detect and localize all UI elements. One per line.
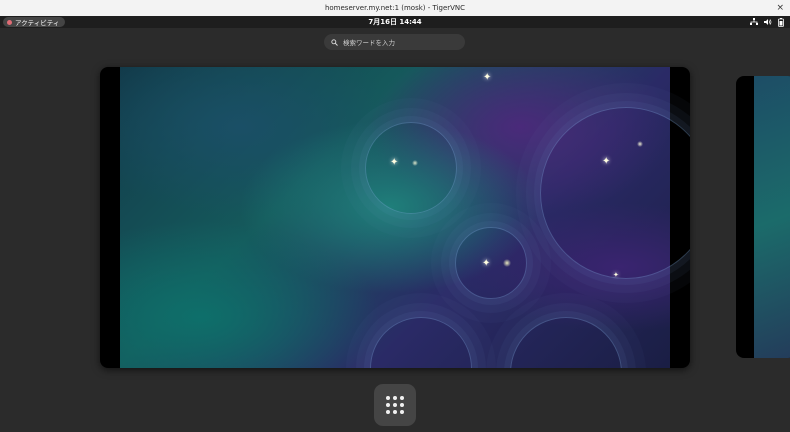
- star-sparkle: ✦: [390, 157, 399, 168]
- star-sparkle: ✦: [613, 271, 619, 279]
- app-grid-icon: [400, 410, 404, 414]
- app-grid-icon: [386, 403, 390, 407]
- window-title: homeserver.my.net:1 (mosk) - TigerVNC: [324, 4, 466, 12]
- show-apps-button[interactable]: [374, 384, 416, 426]
- close-window-button[interactable]: ×: [776, 2, 784, 14]
- system-tray[interactable]: [750, 17, 784, 27]
- volume-icon[interactable]: [764, 18, 772, 26]
- app-grid-icon: [386, 396, 390, 400]
- nebula-swirl: [510, 317, 622, 368]
- app-grid-icon: [393, 396, 397, 400]
- app-grid-icon: [400, 396, 404, 400]
- star-sparkle: ✦: [482, 258, 491, 269]
- search-placeholder: 検索ワードを入力: [343, 39, 395, 47]
- nebula-swirl: [455, 227, 527, 299]
- search-entry[interactable]: 検索ワードを入力: [324, 34, 465, 50]
- battery-icon[interactable]: [778, 17, 784, 27]
- nebula-swirl: [370, 317, 472, 368]
- galaxy-wallpaper: [754, 76, 790, 358]
- star-sparkle: ✦: [602, 156, 611, 167]
- app-grid-icon: [393, 410, 397, 414]
- galaxy-wallpaper: ✦ ✦ ✦ ✦ ✦: [120, 67, 690, 368]
- clock-button[interactable]: 7月16日 14:44: [0, 16, 790, 28]
- star-sparkle: ✦: [483, 72, 492, 83]
- nebula-swirl: [365, 122, 457, 214]
- app-grid-icon: [400, 403, 404, 407]
- app-grid-icon: [393, 403, 397, 407]
- gnome-top-panel: アクティビティ 7月16日 14:44: [0, 16, 790, 28]
- network-icon[interactable]: [750, 18, 758, 26]
- vnc-window-titlebar: homeserver.my.net:1 (mosk) - TigerVNC ×: [0, 0, 790, 17]
- workspace-thumbnail-current[interactable]: ✦ ✦ ✦ ✦ ✦: [100, 67, 690, 368]
- search-icon: [331, 38, 338, 46]
- app-grid-icon: [386, 410, 390, 414]
- nebula-swirl: [540, 107, 690, 279]
- workspace-thumbnail-next[interactable]: [736, 76, 790, 358]
